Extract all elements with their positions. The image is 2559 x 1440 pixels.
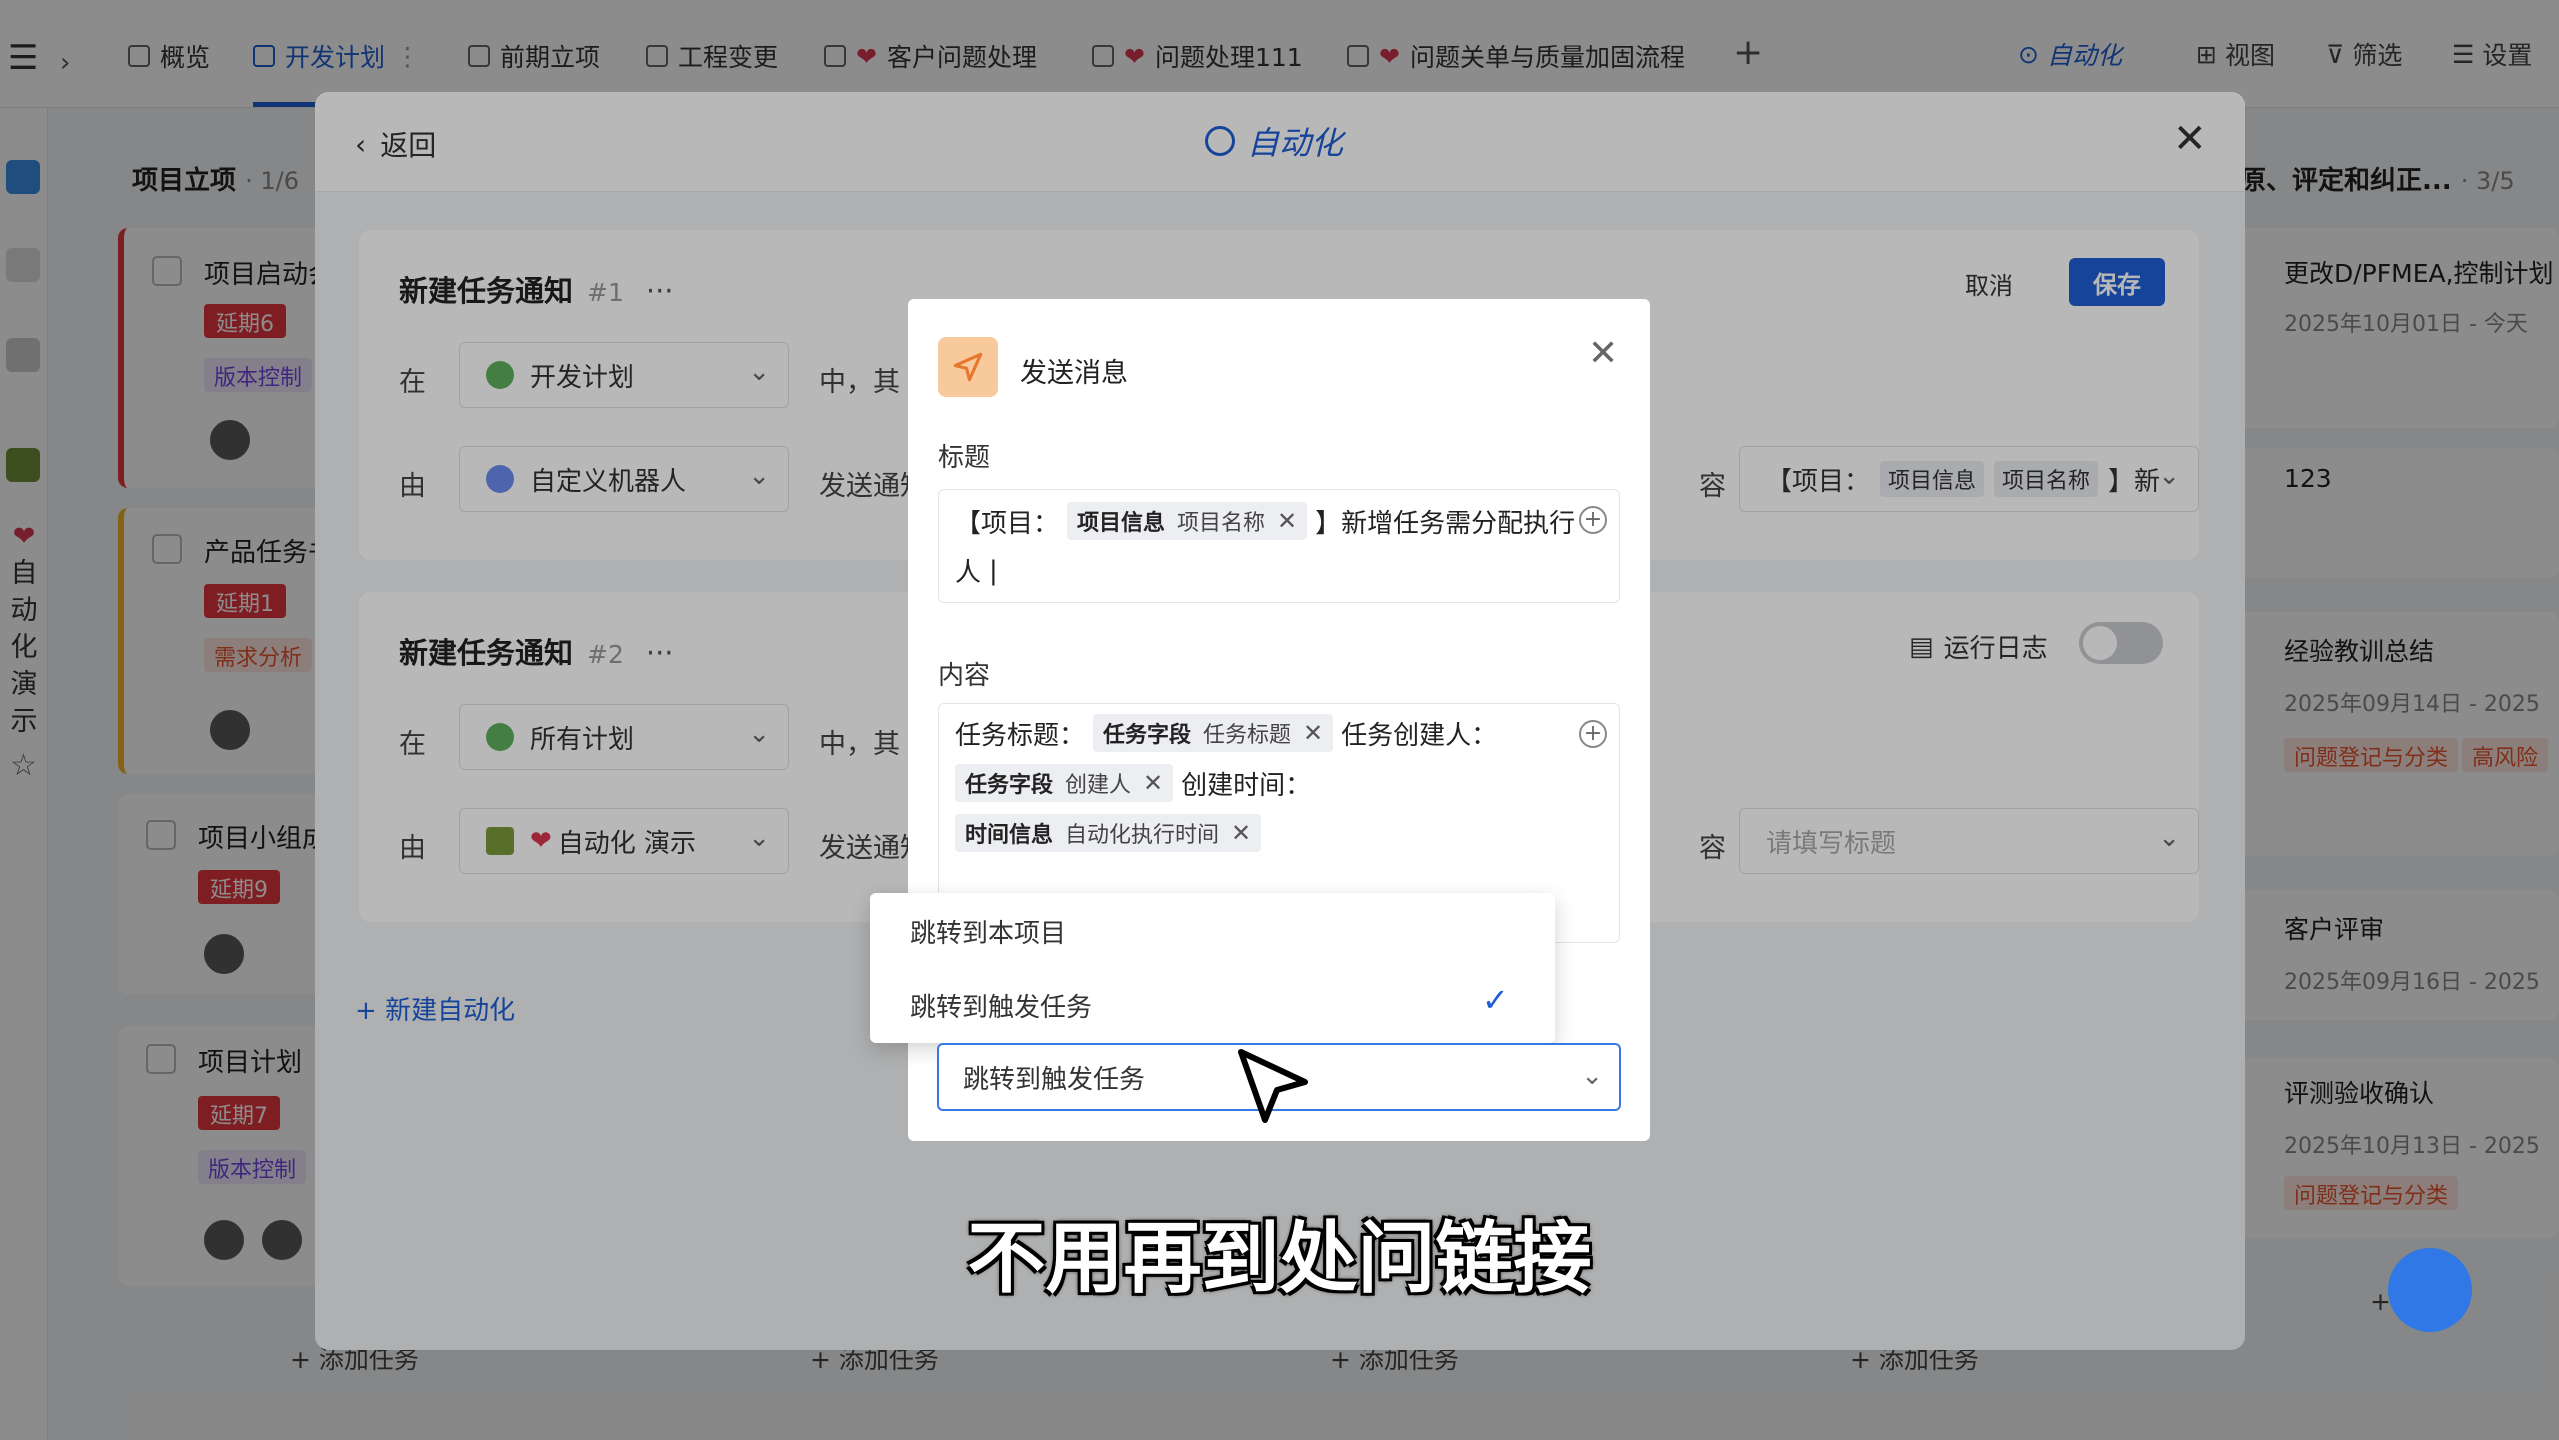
check-icon: ✓ <box>1482 981 1509 1019</box>
send-icon <box>938 337 998 397</box>
title-field[interactable]: 【项目： 项目信息 项目名称 ✕ 】新增任务需分配执行 人 | + <box>938 489 1620 603</box>
menu-item-jump-task[interactable]: 跳转到触发任务 <box>910 987 1092 1024</box>
title-label: 标题 <box>938 443 991 473</box>
chevron-down-icon: ⌄ <box>1581 1061 1603 1091</box>
dialog-title: 发送消息 <box>1020 358 1128 389</box>
insert-field-icon[interactable]: + <box>1579 720 1607 748</box>
menu-item-jump-project[interactable]: 跳转到本项目 <box>910 913 1066 950</box>
video-caption: 不用再到处问链接 <box>967 1214 1592 1304</box>
content-line: 任务标题： 任务字段 任务标题 ✕ 任务创建人： <box>955 714 1497 752</box>
insert-field-icon[interactable]: + <box>1579 506 1607 534</box>
remove-icon[interactable]: ✕ <box>1303 719 1323 747</box>
remove-icon[interactable]: ✕ <box>1231 819 1251 847</box>
title-line: 人 | <box>955 555 998 589</box>
mouse-cursor-icon <box>1238 1049 1308 1123</box>
remove-icon[interactable]: ✕ <box>1143 769 1163 797</box>
content-label: 内容 <box>938 661 991 691</box>
field-chip[interactable]: 时间信息 自动化执行时间 ✕ <box>955 814 1262 852</box>
field-chip[interactable]: 任务字段 任务标题 ✕ <box>1093 714 1334 752</box>
content-line: 任务字段 创建人 ✕ 创建时间： <box>955 764 1311 802</box>
jump-select-value: 跳转到触发任务 <box>963 1064 1146 1095</box>
field-chip[interactable]: 项目信息 项目名称 ✕ <box>1067 502 1308 540</box>
jump-dropdown-menu: 跳转到本项目 跳转到触发任务 ✓ <box>870 893 1555 1043</box>
close-icon[interactable]: ✕ <box>1588 333 1618 374</box>
field-chip[interactable]: 任务字段 创建人 ✕ <box>955 764 1174 802</box>
title-line: 【项目： 项目信息 项目名称 ✕ 】新增任务需分配执行 <box>955 502 1575 540</box>
remove-icon[interactable]: ✕ <box>1277 507 1297 535</box>
content-line: 时间信息 自动化执行时间 ✕ <box>955 814 1262 852</box>
